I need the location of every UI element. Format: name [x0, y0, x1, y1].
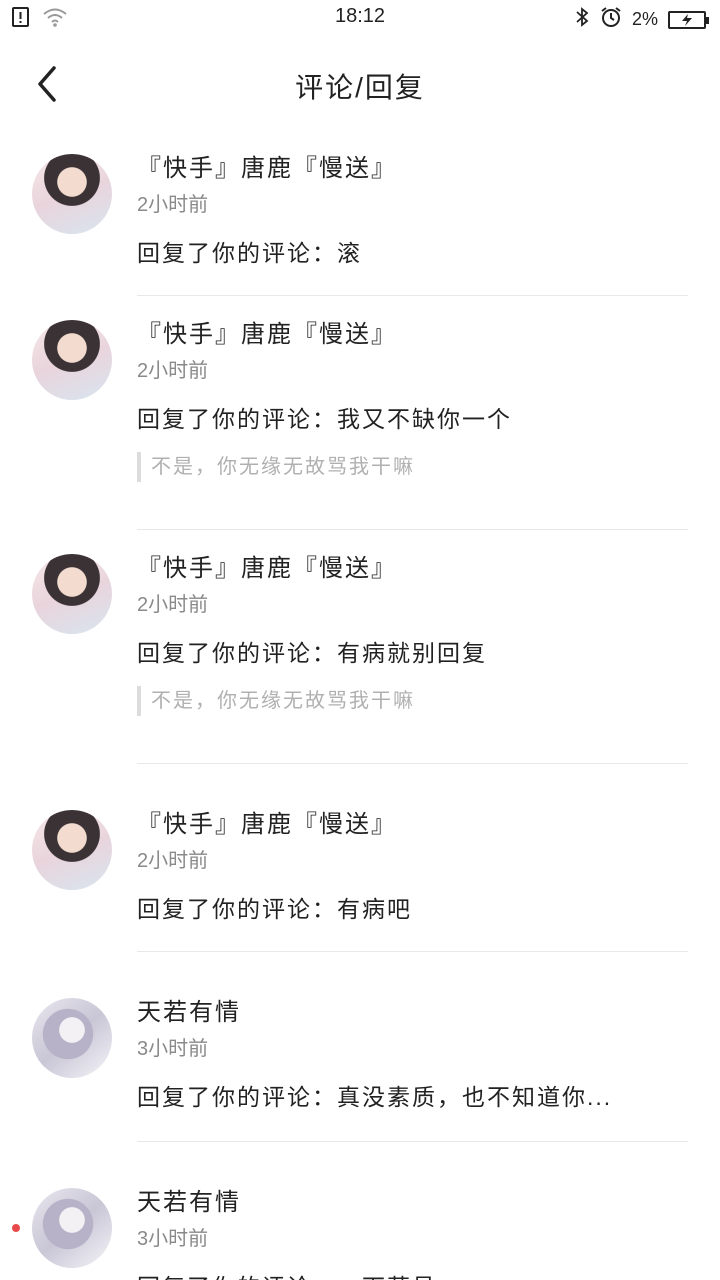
avatar[interactable]	[32, 810, 112, 890]
user-name[interactable]: 『快手』唐鹿『慢送』	[137, 152, 688, 186]
avatar[interactable]	[32, 998, 112, 1078]
reply-text: 回复了你的评论：有病就别回复	[137, 640, 487, 666]
reply-text: 回复了你的评论：真没素质，也不知道你...	[137, 1084, 613, 1110]
list-item[interactable]: 『快手』唐鹿『慢送』 2小时前 回复了你的评论：我又不缺你一个 不是，你无缘无故…	[0, 296, 720, 530]
reply-text: 回复了你的评论：滚	[137, 240, 362, 266]
battery-percent: 2%	[631, 9, 658, 29]
reply-text: 回复了你的评论：一下草号	[137, 1270, 688, 1280]
list-item[interactable]: 『快手』唐鹿『慢送』 2小时前 回复了你的评论：有病就别回复 不是，你无缘无故骂…	[0, 530, 720, 764]
alarm-icon	[600, 6, 622, 33]
bluetooth-icon	[574, 6, 590, 33]
status-bar: 18:12 2%	[0, 0, 720, 36]
reply-text: 回复了你的评论：我又不缺你一个	[137, 406, 512, 432]
timestamp: 3小时前	[137, 1038, 209, 1060]
unread-dot	[12, 1224, 20, 1232]
timestamp: 2小时前	[137, 360, 209, 382]
user-name[interactable]: 『快手』唐鹿『慢送』	[137, 552, 688, 586]
app-header: 评论/回复	[0, 48, 720, 118]
timestamp: 2小时前	[137, 850, 209, 872]
avatar[interactable]	[32, 154, 112, 234]
battery-charging-icon	[668, 10, 709, 29]
quoted-comment: 不是，你无缘无故骂我干嘛	[137, 686, 688, 716]
timestamp: 3小时前	[137, 1228, 209, 1250]
user-name[interactable]: 『快手』唐鹿『慢送』	[137, 808, 688, 842]
avatar[interactable]	[32, 1188, 112, 1268]
user-name[interactable]: 天若有情	[137, 996, 688, 1030]
user-name[interactable]: 『快手』唐鹿『慢送』	[137, 318, 688, 352]
list-item[interactable]: 天若有情 3小时前 回复了你的评论：真没素质，也不知道你...	[0, 952, 720, 1142]
list-item[interactable]: 天若有情 3小时前 回复了你的评论：一下草号	[0, 1142, 720, 1280]
page-title: 评论/回复	[295, 72, 425, 103]
list-item[interactable]: 『快手』唐鹿『慢送』 2小时前 回复了你的评论：有病吧	[0, 764, 720, 952]
timestamp: 2小时前	[137, 194, 209, 216]
reply-text: 回复了你的评论：有病吧	[137, 896, 412, 922]
avatar[interactable]	[32, 554, 112, 634]
list-item[interactable]: 『快手』唐鹿『慢送』 2小时前 回复了你的评论：滚	[0, 130, 720, 296]
status-right: 2%	[574, 6, 709, 33]
avatar[interactable]	[32, 320, 112, 400]
quoted-comment: 不是，你无缘无故骂我干嘛	[137, 452, 688, 482]
user-name[interactable]: 天若有情	[137, 1186, 688, 1220]
comment-reply-list: 『快手』唐鹿『慢送』 2小时前 回复了你的评论：滚 『快手』唐鹿『慢送』 2小时…	[0, 130, 720, 1280]
timestamp: 2小时前	[137, 594, 209, 616]
